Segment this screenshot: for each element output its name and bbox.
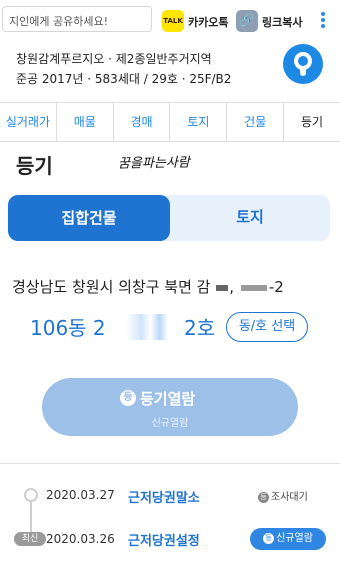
tab-listings[interactable]: 매물 xyxy=(57,103,114,141)
history-date: 2020.03.26 xyxy=(46,532,115,546)
registry-icon: 등 xyxy=(263,532,275,544)
toggle-land[interactable]: 토지 xyxy=(170,195,330,241)
tab-land[interactable]: 토지 xyxy=(170,103,228,141)
history-title[interactable]: 근저당권말소 xyxy=(128,487,200,506)
tab-transaction-price[interactable]: 실거래가 xyxy=(0,103,57,141)
address-suffix: -2 xyxy=(268,278,284,296)
timeline-dot xyxy=(24,488,38,502)
tab-registry[interactable]: 등기 xyxy=(284,103,340,141)
history-status-label: 신규열람 xyxy=(276,533,313,544)
registry-view-sublabel: 신규열람 xyxy=(151,418,189,429)
complex-name: 창원감계푸르지오 · 제2종일반주거지역 xyxy=(16,52,212,66)
history-status: 등 조사대기 xyxy=(258,488,308,503)
kakaotalk-share-button[interactable]: 카카오톡 xyxy=(188,14,228,30)
category-tabs: 실거래가 매물 경매 토지 건물 등기 xyxy=(0,102,340,142)
history-status-button[interactable]: 등 신규열람 xyxy=(250,528,326,550)
map-marker-icon[interactable] xyxy=(283,44,323,84)
history-title[interactable]: 근저당권설정 xyxy=(128,530,200,549)
redacted-mark xyxy=(240,284,267,291)
handwritten-signature: 꿈을파는사람 xyxy=(117,155,190,172)
registry-icon: 등 xyxy=(258,491,269,503)
unit-select-button[interactable]: 동/호 선택 xyxy=(226,312,308,342)
registry-icon: 등 xyxy=(120,390,136,406)
history-status-label: 조사대기 xyxy=(271,492,308,503)
tab-auction[interactable]: 경매 xyxy=(114,103,171,141)
page-title: 등기 xyxy=(16,154,53,178)
complex-detail: 준공 2017년 · 583세대 / 29호 · 25F/B2 xyxy=(16,72,232,86)
tab-building[interactable]: 건물 xyxy=(227,103,285,141)
property-address: 경상남도 창원시 의창구 북면 감 , -2 xyxy=(12,278,284,296)
redacted-mark xyxy=(216,284,229,291)
registry-history xyxy=(0,470,340,570)
share-bar: 지인에게 공유하세요! TALK 카카오톡 🔗 링크복사 xyxy=(0,0,340,40)
unit-dong: 106동 2 xyxy=(30,316,106,340)
kakaotalk-icon[interactable]: TALK xyxy=(162,10,184,32)
share-input[interactable]: 지인에게 공유하세요! xyxy=(2,6,152,32)
address-text: 경상남도 창원시 의창구 북면 감 xyxy=(12,278,211,296)
copy-link-button[interactable]: 링크복사 xyxy=(262,14,302,30)
divider xyxy=(0,463,340,464)
history-date: 2020.03.27 xyxy=(46,488,115,502)
link-icon[interactable]: 🔗 xyxy=(236,10,258,32)
toggle-collective-building[interactable]: 집합건물 xyxy=(8,195,170,241)
latest-badge: 최신 xyxy=(14,532,46,546)
registry-view-label: 등기열람 xyxy=(140,390,196,408)
unit-row: 106동 2 2호 동/호 선택 xyxy=(30,312,330,342)
registry-view-button[interactable]: 등 등기열람 신규열람 xyxy=(42,378,298,436)
more-options-icon[interactable] xyxy=(318,10,328,32)
unit-ho: 2호 xyxy=(184,316,216,340)
